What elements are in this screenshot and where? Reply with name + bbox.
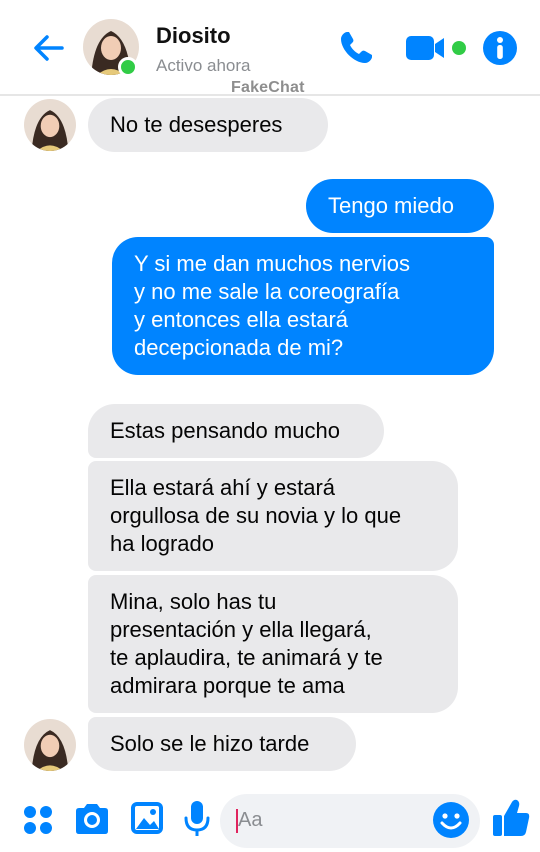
message-text: Y si me dan muchos nervios y no me sale … [134, 251, 410, 360]
microphone-icon[interactable] [184, 800, 210, 838]
message-text: Tengo miedo [328, 193, 454, 218]
message-composer: Aa [0, 786, 540, 852]
message-bubble-incoming[interactable]: Ella estará ahí y estará orgullosa de su… [88, 461, 458, 571]
image-icon[interactable] [130, 801, 164, 835]
contact-name[interactable]: Diosito [156, 23, 231, 49]
message-text: No te desesperes [110, 112, 283, 137]
contact-avatar [24, 719, 76, 771]
message-bubble-outgoing[interactable]: Tengo miedo [306, 179, 494, 233]
message-bubble-incoming[interactable]: Solo se le hizo tarde [88, 717, 356, 771]
info-icon[interactable] [482, 30, 518, 66]
message-input-placeholder: Aa [238, 809, 263, 831]
message-bubble-incoming[interactable]: Estas pensando mucho [88, 404, 384, 458]
message-text: Solo se le hizo tarde [110, 731, 310, 756]
message-input[interactable]: Aa [220, 794, 480, 848]
thumbs-up-icon[interactable] [492, 798, 530, 838]
apps-icon[interactable] [22, 804, 54, 836]
message-text: Ella estará ahí y estará orgullosa de su… [110, 475, 402, 556]
watermark: FakeChat [231, 79, 305, 96]
message-bubble-incoming[interactable]: Mina, solo has tu presentación y ella ll… [88, 575, 458, 713]
chat-header: Diosito Activo ahora FakeChat [0, 0, 540, 96]
online-status-dot [118, 57, 138, 77]
video-camera-icon[interactable] [404, 31, 470, 65]
camera-icon[interactable] [73, 802, 111, 836]
message-text: Mina, solo has tu presentación y ella ll… [110, 589, 383, 698]
phone-icon[interactable] [336, 28, 376, 68]
contact-avatar [24, 99, 76, 151]
emoji-icon[interactable] [432, 801, 470, 839]
message-bubble-incoming[interactable]: No te desesperes [88, 98, 328, 152]
back-arrow-icon[interactable] [28, 28, 68, 68]
contact-status: Activo ahora [156, 56, 251, 75]
message-bubble-outgoing[interactable]: Y si me dan muchos nervios y no me sale … [112, 237, 494, 375]
message-text: Estas pensando mucho [110, 418, 340, 443]
